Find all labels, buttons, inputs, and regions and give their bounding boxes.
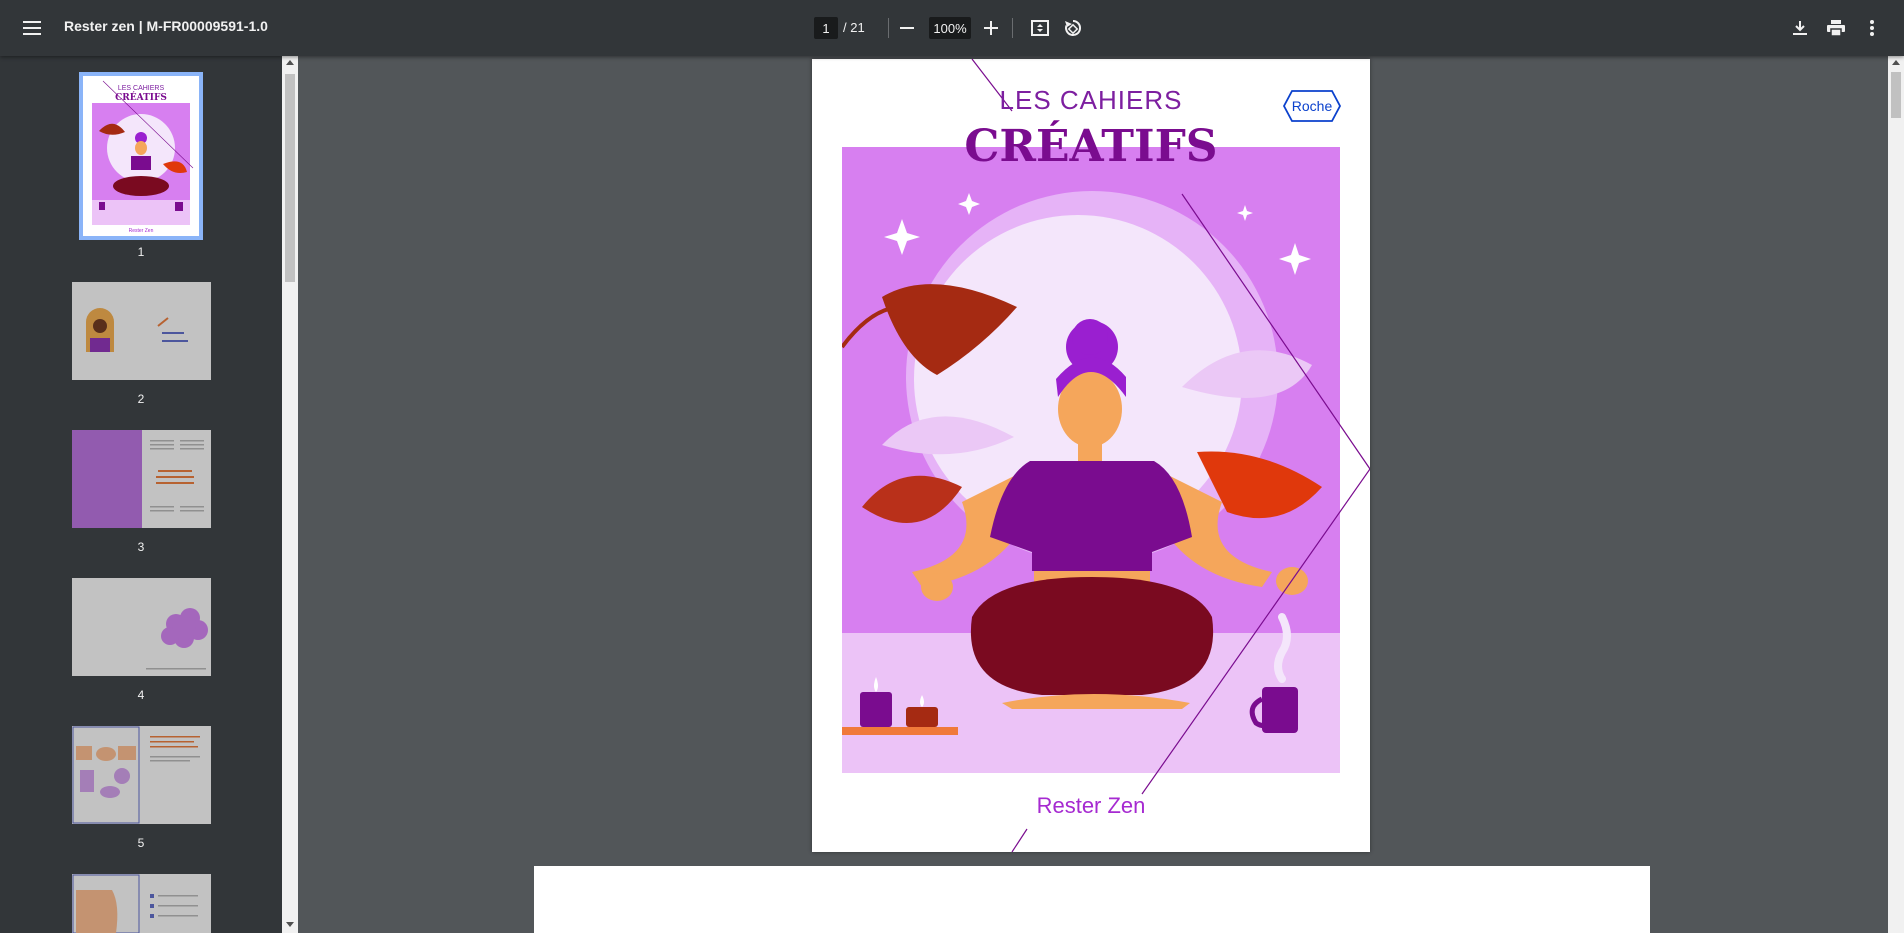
svg-text:Rester Zen: Rester Zen xyxy=(129,228,154,234)
pdf-page-1: LES CAHIERS CRÉATIFS Roche Rester Zen xyxy=(812,59,1370,852)
pdf-toolbar: Rester zen | M-FR00009591-1.0 1 / 21 100… xyxy=(0,0,1904,56)
thumbnail-label: 5 xyxy=(137,836,145,850)
thumbnail-label: 1 xyxy=(137,245,145,259)
scroll-down-arrow-icon[interactable] xyxy=(286,922,294,927)
thumbnail-dim-overlay xyxy=(72,282,211,380)
viewer-scrollbar-thumb[interactable] xyxy=(1891,72,1901,118)
document-viewer: LES CAHIERS CRÉATIFS Roche Rester Zen xyxy=(298,56,1888,933)
fit-page-icon[interactable] xyxy=(1026,14,1054,42)
rotate-icon[interactable] xyxy=(1059,14,1087,42)
scroll-up-arrow-icon[interactable] xyxy=(1892,60,1900,65)
thumbnail-label: 2 xyxy=(137,392,145,406)
document-title: Rester zen | M-FR00009591-1.0 xyxy=(64,18,268,34)
cover-diagonal-line xyxy=(971,59,1370,852)
svg-text:CRÉATIFS: CRÉATIFS xyxy=(115,91,167,103)
thumbnail-dim-overlay xyxy=(72,578,211,676)
thumbnail-dim-overlay xyxy=(72,430,211,528)
minus-icon[interactable] xyxy=(893,14,921,42)
thumbnail-label: 4 xyxy=(137,688,145,702)
cover-footer-title: Rester Zen xyxy=(1036,793,1146,818)
thumbnail-page-2[interactable] xyxy=(72,282,211,380)
pdf-page-2 xyxy=(534,866,1650,933)
menu-icon[interactable] xyxy=(18,14,46,42)
thumbnail-page-5[interactable] xyxy=(72,726,211,824)
sidebar-scrollbar[interactable] xyxy=(282,56,298,933)
roche-logo-text: Roche xyxy=(1292,98,1333,114)
scroll-up-arrow-icon[interactable] xyxy=(286,60,294,65)
toolbar-divider xyxy=(1012,18,1013,38)
plus-icon[interactable] xyxy=(977,14,1005,42)
svg-text:LES CAHIERS: LES CAHIERS xyxy=(118,85,165,92)
page-number-input[interactable]: 1 xyxy=(814,17,838,39)
roche-logo: Roche xyxy=(1282,89,1342,128)
thumbnail-page-1[interactable]: LES CAHIERS CRÉATIFS Rester Zen xyxy=(79,72,203,240)
thumbnail-dim-overlay xyxy=(72,726,211,824)
toolbar-divider xyxy=(888,18,889,38)
zoom-level-input[interactable]: 100% xyxy=(929,17,971,39)
thumbnail-page-3[interactable] xyxy=(72,430,211,528)
cover-title: CRÉATIFS xyxy=(964,121,1218,172)
thumbnail-page-6[interactable] xyxy=(72,874,211,933)
page-total: / 21 xyxy=(843,20,865,35)
print-icon[interactable] xyxy=(1822,14,1850,42)
thumbnail-sidebar: LES CAHIERS CRÉATIFS Rester Zen 1 2 3 4 … xyxy=(0,56,282,933)
more-vert-icon[interactable] xyxy=(1858,14,1886,42)
thumbnail-dim-overlay xyxy=(72,874,211,933)
thumbnail-label: 3 xyxy=(137,540,145,554)
thumbnail-page-4[interactable] xyxy=(72,578,211,676)
viewer-scrollbar[interactable] xyxy=(1888,56,1904,933)
download-icon[interactable] xyxy=(1786,14,1814,42)
sidebar-scrollbar-thumb[interactable] xyxy=(285,74,295,282)
